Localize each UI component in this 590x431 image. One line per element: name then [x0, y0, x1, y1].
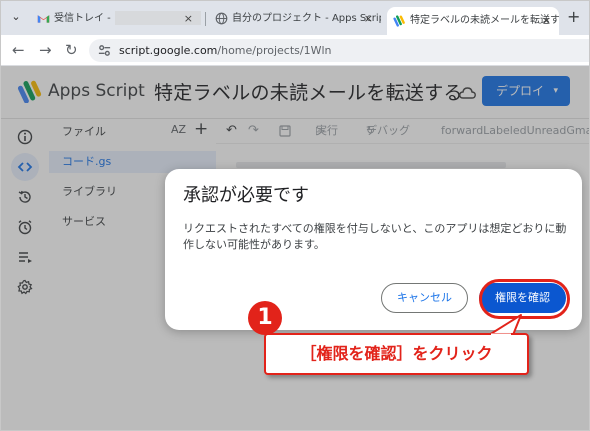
url-input[interactable]: script.google.com/home/projects/1Wln: [89, 39, 589, 62]
tab-current-project[interactable]: 特定ラベルの未読メールを転送する ×: [387, 7, 559, 35]
step-number-badge: 1: [248, 301, 282, 335]
address-bar-row: ← → ↻ script.google.com/home/projects/1W…: [1, 35, 589, 66]
tab-my-projects[interactable]: 自分のプロジェクト - Apps Script ×: [209, 6, 381, 31]
forward-button[interactable]: →: [39, 41, 52, 59]
cancel-button[interactable]: キャンセル: [381, 283, 468, 313]
reload-button[interactable]: ↻: [65, 41, 78, 59]
tab-gmail[interactable]: 受信トレイ - ×: [31, 6, 201, 31]
highlight-ring: [479, 279, 570, 319]
tab-divider: [205, 12, 206, 26]
close-icon[interactable]: ×: [542, 7, 551, 34]
site-settings-icon[interactable]: [97, 43, 112, 58]
close-icon[interactable]: ×: [184, 6, 193, 31]
url-path: /home/projects/1Wln: [217, 44, 332, 57]
url-host: script.google.com: [119, 44, 218, 57]
tab-search-dropdown[interactable]: ⌄: [8, 9, 24, 25]
tab-label: 自分のプロジェクト - Apps Script: [232, 13, 381, 24]
new-tab-button[interactable]: +: [567, 9, 580, 25]
tab-label: 特定ラベルの未読メールを転送する: [410, 15, 559, 26]
back-button[interactable]: ←: [12, 41, 25, 59]
dialog-message: リクエストされたすべての権限を付与しないと、このアプリは想定どおりに動作しない可…: [183, 222, 567, 251]
url-text: script.google.com/home/projects/1Wln: [119, 39, 332, 62]
instruction-callout: ［権限を確認］をクリック: [264, 333, 529, 375]
apps-script-icon: [393, 15, 405, 27]
gmail-icon: [37, 15, 50, 23]
browser-tab-strip: ⌄ 受信トレイ - × 自分のプロジェクト - Apps Script × 特定…: [1, 1, 589, 35]
screenshot-frame: ⌄ 受信トレイ - × 自分のプロジェクト - Apps Script × 特定…: [0, 0, 590, 431]
dialog-title: 承認が必要です: [183, 185, 309, 206]
globe-icon: [215, 12, 228, 25]
close-icon[interactable]: ×: [364, 6, 373, 31]
tab-label: 受信トレイ -: [54, 13, 111, 24]
